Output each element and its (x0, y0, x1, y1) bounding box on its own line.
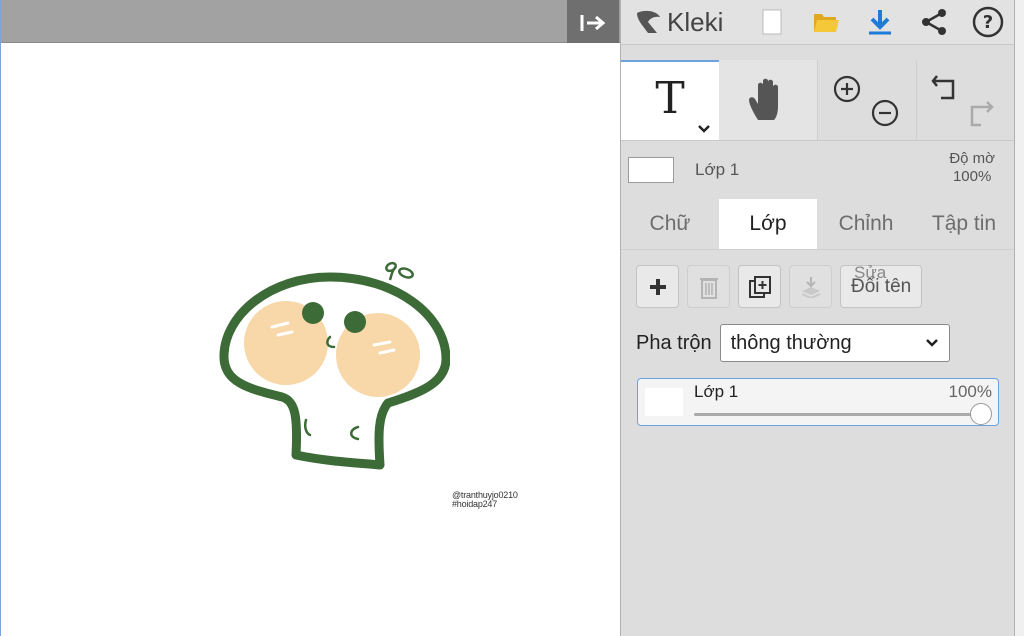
download-button[interactable] (853, 0, 907, 44)
blend-mode-row: Pha trộn thông thường (636, 324, 950, 362)
opacity-value: 100% (952, 168, 992, 185)
blend-mode-select[interactable]: thông thường (719, 324, 950, 362)
new-file-icon (762, 9, 782, 35)
svg-text:?: ? (983, 12, 993, 33)
blend-mode-label: Pha trộn (636, 331, 712, 354)
redo-icon[interactable] (967, 98, 995, 128)
delete-layer-icon (699, 277, 718, 299)
tab-layers[interactable]: Lớp (719, 199, 817, 249)
add-layer-icon (649, 278, 666, 295)
kleki-logo-icon (637, 10, 660, 33)
merge-down-icon (801, 276, 820, 298)
opacity-readout: Độ mờ 100% (949, 150, 995, 186)
kleki-logo[interactable]: Kleki (633, 7, 731, 38)
add-layer-button[interactable] (636, 265, 679, 308)
panel-topbar: Kleki ? (621, 0, 1015, 45)
chevron-down-icon (925, 339, 938, 347)
layer-preview-thumbnail (628, 157, 674, 183)
window-edge (0, 0, 1, 636)
zoom-out-icon[interactable] (870, 98, 900, 128)
watermark-line-2: #hoidap247 (452, 499, 498, 509)
collapse-panel-icon (580, 15, 606, 31)
share-button[interactable] (907, 0, 961, 44)
layer-opacity-slider-handle[interactable] (970, 403, 992, 425)
layer-thumbnail (645, 388, 683, 416)
help-icon: ? (972, 6, 1004, 38)
hand-tool-button[interactable] (719, 60, 818, 140)
rename-overlay-text: Sửa (854, 263, 887, 282)
layer-opacity-text: 100% (948, 382, 992, 401)
canvas-topbar (0, 0, 620, 43)
merge-down-button[interactable] (789, 265, 832, 308)
blend-mode-value: thông thường (730, 331, 852, 354)
side-panel: Kleki ? T Lớp 1 Độ mờ 100% Chữ Lớp Chỉnh… (620, 0, 1015, 636)
download-icon (869, 10, 891, 35)
character-drawing (219, 261, 450, 470)
panel-tabs: Chữ Lớp Chỉnh Tập tin (621, 199, 1015, 250)
current-layer-name: Lớp 1 (695, 160, 740, 179)
delete-layer-button[interactable] (687, 265, 730, 308)
share-icon (922, 9, 946, 35)
chevron-down-icon[interactable] (697, 124, 711, 134)
hand-icon (749, 78, 778, 120)
layer-toolbar: Sửa Đổi tên (636, 263, 923, 308)
new-file-button[interactable] (745, 0, 799, 44)
rename-layer-button[interactable]: Sửa Đổi tên (840, 263, 923, 308)
opacity-label: Độ mờ (949, 150, 995, 167)
layer-list-item[interactable]: Lớp 1 100% (637, 378, 999, 426)
collapse-panel-button[interactable] (567, 0, 619, 46)
help-button[interactable]: ? (961, 0, 1015, 44)
zoom-in-icon[interactable] (832, 74, 862, 104)
text-tool-icon: T (655, 72, 685, 124)
watermark: @tranthuyjo0210 #hoidap247 (452, 491, 518, 509)
tab-text[interactable]: Chữ (621, 199, 719, 249)
tab-file[interactable]: Tập tin (915, 199, 1013, 249)
undo-icon[interactable] (931, 74, 959, 102)
duplicate-layer-button[interactable] (738, 265, 781, 308)
layer-name: Lớp 1 (694, 382, 739, 401)
history-tools (917, 60, 1015, 140)
zoom-tools (818, 60, 917, 140)
window-right-edge (1014, 0, 1024, 636)
tool-row: T (621, 60, 1015, 141)
open-folder-icon (814, 14, 839, 32)
tab-adjust[interactable]: Chỉnh (817, 199, 915, 249)
text-tool-button[interactable]: T (621, 60, 719, 140)
logo-text: Kleki (667, 6, 724, 37)
duplicate-layer-icon (748, 275, 771, 298)
layer-opacity-track[interactable] (694, 413, 984, 416)
open-button[interactable] (799, 0, 853, 44)
